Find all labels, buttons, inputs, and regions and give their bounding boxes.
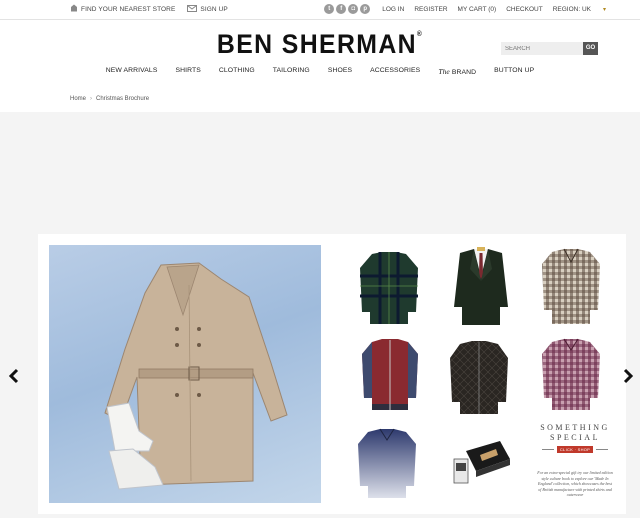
special-description: For an extra-special gift try our limite… [537,470,613,497]
product-bomber-jacket[interactable] [360,338,420,417]
instagram-icon[interactable]: ◘ [348,4,359,14]
register-link[interactable]: REGISTER [414,6,447,13]
product-dip-dye-shirt[interactable] [356,428,418,505]
nav-item-new-arrivals[interactable]: NEW ARRIVALS [106,67,158,76]
breadcrumb-separator: › [90,96,93,102]
product-gift-box-wallet[interactable] [450,435,512,496]
cart-link[interactable]: MY CART (0) [458,6,497,13]
chevron-left-icon [8,368,19,384]
region-selector[interactable]: REGION: UK [553,6,591,13]
nav-item-accessories[interactable]: ACCESSORIES [370,67,420,76]
sign-up-link[interactable]: SIGN UP [187,4,228,14]
login-link[interactable]: LOG IN [382,6,404,13]
top-bar-left: FIND YOUR NEAREST STORE SIGN UP [70,4,240,14]
mail-icon [187,4,198,14]
twitter-icon[interactable]: t [324,4,335,14]
product-tartan-sweater[interactable] [358,250,420,331]
click-shop-row: CLICK · SHOP [536,446,614,453]
brand-suffix: BRAND [451,69,477,76]
something-special-promo[interactable]: SOMETHING SPECIAL CLICK · SHOP [536,423,614,456]
main-nav: NEW ARRIVALS SHIRTS CLOTHING TAILORING S… [0,67,640,76]
special-title-line-1: SOMETHING [540,423,610,432]
nav-item-the-brand[interactable]: The BRAND [438,67,476,76]
product-quilted-leather-jacket[interactable] [448,340,510,421]
carousel-prev-button[interactable] [8,368,20,389]
logo-registered-mark: ® [416,31,424,38]
top-utility-bar: FIND YOUR NEAREST STORE SIGN UP t f ◘ p … [0,0,640,20]
nav-item-clothing[interactable]: CLOTHING [219,67,255,76]
nav-item-shoes[interactable]: SHOES [328,67,352,76]
top-bar-right: t f ◘ p LOG IN REGISTER MY CART (0) CHEC… [324,4,606,14]
facebook-icon[interactable]: f [336,4,347,14]
divider [596,449,609,450]
breadcrumb: Home › Christmas Brochure [70,96,149,102]
click-shop-badge[interactable]: CLICK · SHOP [556,446,594,453]
product-check-shirt-jacket[interactable] [540,248,602,331]
breadcrumb-current: Christmas Brochure [96,96,150,102]
search-bar: GO [501,42,598,55]
search-input[interactable] [501,42,583,55]
divider [541,449,554,450]
hero-trench-coat-image[interactable] [49,245,321,503]
store-finder-link[interactable]: FIND YOUR NEAREST STORE [70,4,175,14]
nav-item-shirts[interactable]: SHIRTS [175,67,200,76]
product-velvet-blazer[interactable] [450,247,512,332]
checkout-link[interactable]: CHECKOUT [506,6,542,13]
chevron-down-icon[interactable]: ▾ [603,6,606,13]
nav-item-tailoring[interactable]: TAILORING [273,67,310,76]
sign-up-label: SIGN UP [200,5,228,13]
breadcrumb-home[interactable]: Home [70,96,86,102]
pinterest-icon[interactable]: p [360,4,371,14]
nav-item-button-up[interactable]: BUTTON UP [494,67,534,76]
product-check-shirt[interactable] [540,338,602,417]
special-title-line-2: SPECIAL [550,433,600,442]
store-icon [70,4,78,14]
logo-text: BEN SHERMAN [216,29,417,59]
carousel-next-button[interactable] [622,368,634,389]
brand-prefix: The [438,67,450,76]
search-go-button[interactable]: GO [583,42,598,55]
store-finder-label: FIND YOUR NEAREST STORE [81,5,176,13]
chevron-right-icon [623,368,634,384]
